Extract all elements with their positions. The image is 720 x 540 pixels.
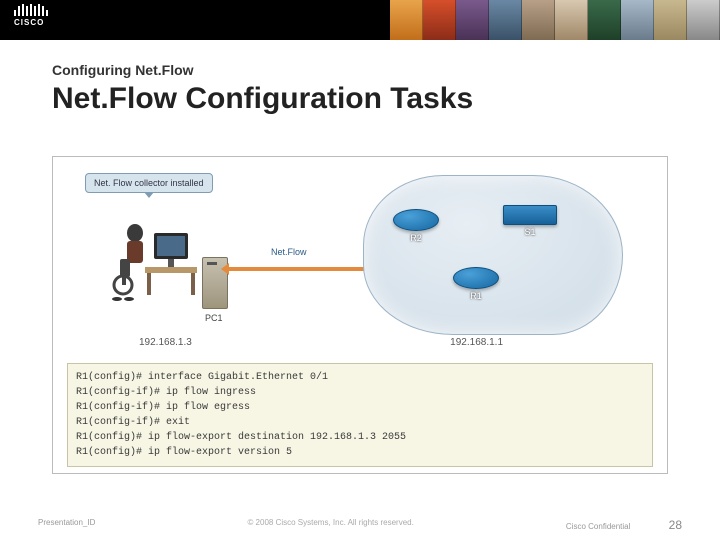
router-r2-icon — [393, 209, 439, 231]
header-collage — [390, 0, 720, 40]
person-at-desk-icon — [105, 215, 205, 305]
footer: Presentation_ID © 2008 Cisco Systems, In… — [0, 518, 720, 532]
footer-center: © 2008 Cisco Systems, Inc. All rights re… — [95, 518, 566, 532]
diagram-container: Net. Flow collector installed PC1 192.16… — [52, 156, 668, 474]
slide-title: Net.Flow Configuration Tasks — [52, 82, 668, 116]
cisco-logo-icon — [14, 4, 48, 16]
page-number: 28 — [669, 518, 682, 532]
cli-line: R1(config-if)# ip flow egress — [76, 400, 644, 415]
cli-line: R1(config)# interface Gigabit.Ethernet 0… — [76, 370, 644, 385]
switch-s1-label: S1 — [503, 227, 557, 237]
slide-subtitle: Configuring Net.Flow — [52, 62, 668, 78]
callout-label: Net. Flow collector installed — [85, 173, 213, 193]
cli-line: R1(config)# ip flow-export version 5 — [76, 445, 644, 460]
router-r1-label: R1 — [453, 291, 499, 301]
footer-right: Cisco Confidential 28 — [566, 518, 682, 532]
footer-left: Presentation_ID — [38, 518, 95, 532]
flow-label: Net.Flow — [271, 247, 307, 257]
cloud-icon: R2 S1 R1 — [363, 175, 623, 335]
router-r1-icon — [453, 267, 499, 289]
pc-label: PC1 — [205, 313, 223, 323]
cli-block: R1(config)# interface Gigabit.Ethernet 0… — [67, 363, 653, 467]
cli-line: R1(config)# ip flow-export destination 1… — [76, 430, 644, 445]
footer-confidential: Cisco Confidential — [566, 522, 630, 531]
cli-line: R1(config-if)# ip flow ingress — [76, 385, 644, 400]
pc-ip: 192.168.1.3 — [139, 337, 192, 348]
router-r2-label: R2 — [393, 233, 439, 243]
top-bar: CISCO — [0, 0, 720, 40]
cli-line: R1(config-if)# exit — [76, 415, 644, 430]
logo-text: CISCO — [14, 18, 44, 27]
switch-s1-icon — [503, 205, 557, 225]
network-ip: 192.168.1.1 — [450, 337, 503, 348]
